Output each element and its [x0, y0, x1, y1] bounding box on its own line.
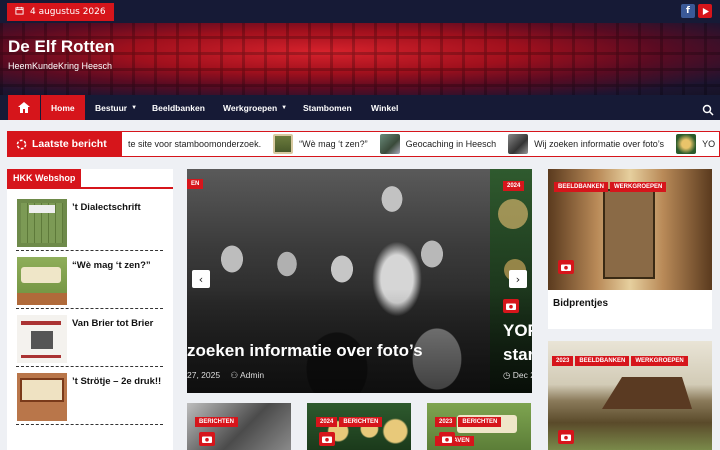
divider: [7, 187, 173, 189]
ticker-item[interactable]: YO: [676, 134, 715, 154]
post-thumbnail[interactable]: BERICHTEN: [187, 403, 291, 450]
post-image: 2023 BEELDBANKEN WERKGROEPEN: [548, 341, 712, 450]
featured-slider[interactable]: EN 2024 zoeken informatie over foto’s 27…: [187, 169, 532, 393]
post-card[interactable]: 2023 BEELDBANKEN WERKGROEPEN: [548, 341, 712, 450]
nav-item-werkgroepen[interactable]: Werkgroepen ▼: [223, 95, 287, 120]
ticker-track: te site voor stamboomonderzoek. “Wè mag …: [128, 132, 719, 156]
header-background: [0, 23, 720, 95]
nav-home-button[interactable]: [8, 95, 40, 120]
spinner-icon: [16, 139, 27, 149]
news-ticker: Laatste bericht te site voor stamboomond…: [7, 131, 720, 157]
post-title[interactable]: Bidprentjes: [553, 298, 608, 309]
category-tag[interactable]: WERKGROEPEN: [610, 182, 667, 192]
category-tag[interactable]: 2023: [435, 417, 457, 427]
camera-icon: [503, 299, 519, 313]
category-tag[interactable]: 2024: [503, 181, 525, 191]
camera-icon: [319, 432, 335, 446]
category-tag[interactable]: BEELDBANKEN: [554, 182, 609, 192]
ticker-thumbnail: [273, 134, 294, 154]
main-navigation: Home Bestuur ▼ Beeldbanken Werkgroepen ▼ S…: [0, 95, 720, 120]
webshop-sidebar: HKK Webshop ’t Dialectschrift “Wè mag ‘t…: [7, 169, 173, 450]
ticker-item[interactable]: Geocaching in Heesch: [379, 134, 496, 154]
ticker-item[interactable]: “Wè mag ‘t zen?”: [273, 134, 368, 154]
search-icon[interactable]: [702, 101, 714, 116]
nav-item-bestuur[interactable]: Bestuur ▼: [95, 95, 137, 120]
chevron-left-icon: ‹: [198, 272, 204, 286]
product-title: ’t Strötje – 2e druk!!: [72, 376, 162, 387]
top-bar: 4 augustus 2026 f: [0, 0, 720, 23]
user-icon: ⚇: [230, 370, 239, 380]
nav-item-stambomen[interactable]: Stambomen: [303, 95, 352, 120]
product-image: [17, 257, 67, 305]
product-image: [17, 199, 67, 247]
slide-title[interactable]: zoeken informatie over foto’s: [187, 341, 423, 361]
product-image: [17, 315, 67, 363]
chevron-right-icon: ›: [515, 272, 521, 286]
next-slide-title[interactable]: YOFstar: [503, 319, 532, 367]
camera-icon: [439, 432, 455, 446]
youtube-icon[interactable]: [698, 4, 712, 18]
post-card[interactable]: BEELDBANKEN WERKGROEPEN Bidprentjes: [548, 169, 712, 329]
shop-item[interactable]: ’t Strötje – 2e druk!!: [16, 369, 163, 425]
post-date: 27, 2025: [187, 370, 221, 380]
clock-icon: ◷: [503, 370, 511, 380]
shop-item[interactable]: Van Brier tot Brier: [16, 311, 163, 367]
slider-prev-button[interactable]: ‹: [192, 270, 210, 288]
post-thumbnail[interactable]: 2023BERICHTENUITGAVEN: [427, 403, 531, 450]
post-image: BEELDBANKEN WERKGROEPEN: [548, 169, 712, 290]
slide-meta: 27, 2025 ⚇ Admin: [187, 370, 264, 381]
category-tag[interactable]: EN: [187, 179, 204, 189]
date-badge: 4 augustus 2026: [7, 3, 114, 21]
camera-icon: [558, 430, 574, 444]
post-thumbnail[interactable]: 2024 BERICHTEN: [307, 403, 411, 450]
nav-item-winkel[interactable]: Winkel: [371, 95, 398, 120]
category-tag[interactable]: BEELDBANKEN: [575, 356, 630, 366]
category-tag[interactable]: 2023: [552, 356, 574, 366]
next-slide-meta: ◷ Dec 2: [503, 370, 532, 380]
product-title: Van Brier tot Brier: [72, 318, 154, 329]
site-tagline: HeemKundeKring Heesch: [8, 61, 113, 71]
ticker-thumbnail: [676, 134, 697, 154]
ticker-thumbnail: [508, 134, 529, 154]
ticker-item[interactable]: Wij zoeken informatie over foto’s: [508, 134, 664, 154]
facebook-icon[interactable]: f: [681, 4, 695, 18]
product-title: ’t Dialectschrift: [72, 202, 141, 213]
slider-next-button[interactable]: ›: [509, 270, 527, 288]
home-icon: [18, 102, 30, 113]
category-tag[interactable]: BERICHTEN: [458, 417, 502, 427]
shop-item[interactable]: ’t Dialectschrift: [16, 195, 163, 251]
camera-icon: [199, 432, 215, 446]
nav-item-home[interactable]: Home: [41, 95, 85, 120]
category-tag[interactable]: WERKGROEPEN: [631, 356, 688, 366]
current-date: 4 augustus 2026: [30, 7, 106, 17]
category-tag[interactable]: 2024: [316, 417, 338, 427]
site-header: De Elf Rotten HeemKundeKring Heesch: [0, 23, 720, 95]
product-image: [17, 373, 67, 421]
ticker-label: Laatste bericht: [8, 132, 122, 156]
ticker-thumbnail: [379, 134, 400, 154]
ticker-item[interactable]: te site voor stamboomonderzoek.: [128, 139, 261, 149]
sidebar-heading: HKK Webshop: [7, 169, 82, 187]
post-author[interactable]: Admin: [240, 370, 264, 380]
category-tag[interactable]: BERICHTEN: [339, 417, 383, 427]
shop-item[interactable]: “Wè mag ‘t zen?”: [16, 253, 163, 309]
category-tag[interactable]: BERICHTEN: [195, 417, 239, 427]
chevron-down-icon: ▼: [281, 104, 288, 111]
nav-item-beeldbanken[interactable]: Beeldbanken: [152, 95, 205, 120]
chevron-down-icon: ▼: [131, 104, 138, 111]
calendar-icon: [15, 6, 24, 18]
camera-icon: [558, 260, 574, 274]
site-title[interactable]: De Elf Rotten: [8, 37, 115, 57]
product-title: “Wè mag ‘t zen?”: [72, 260, 151, 271]
